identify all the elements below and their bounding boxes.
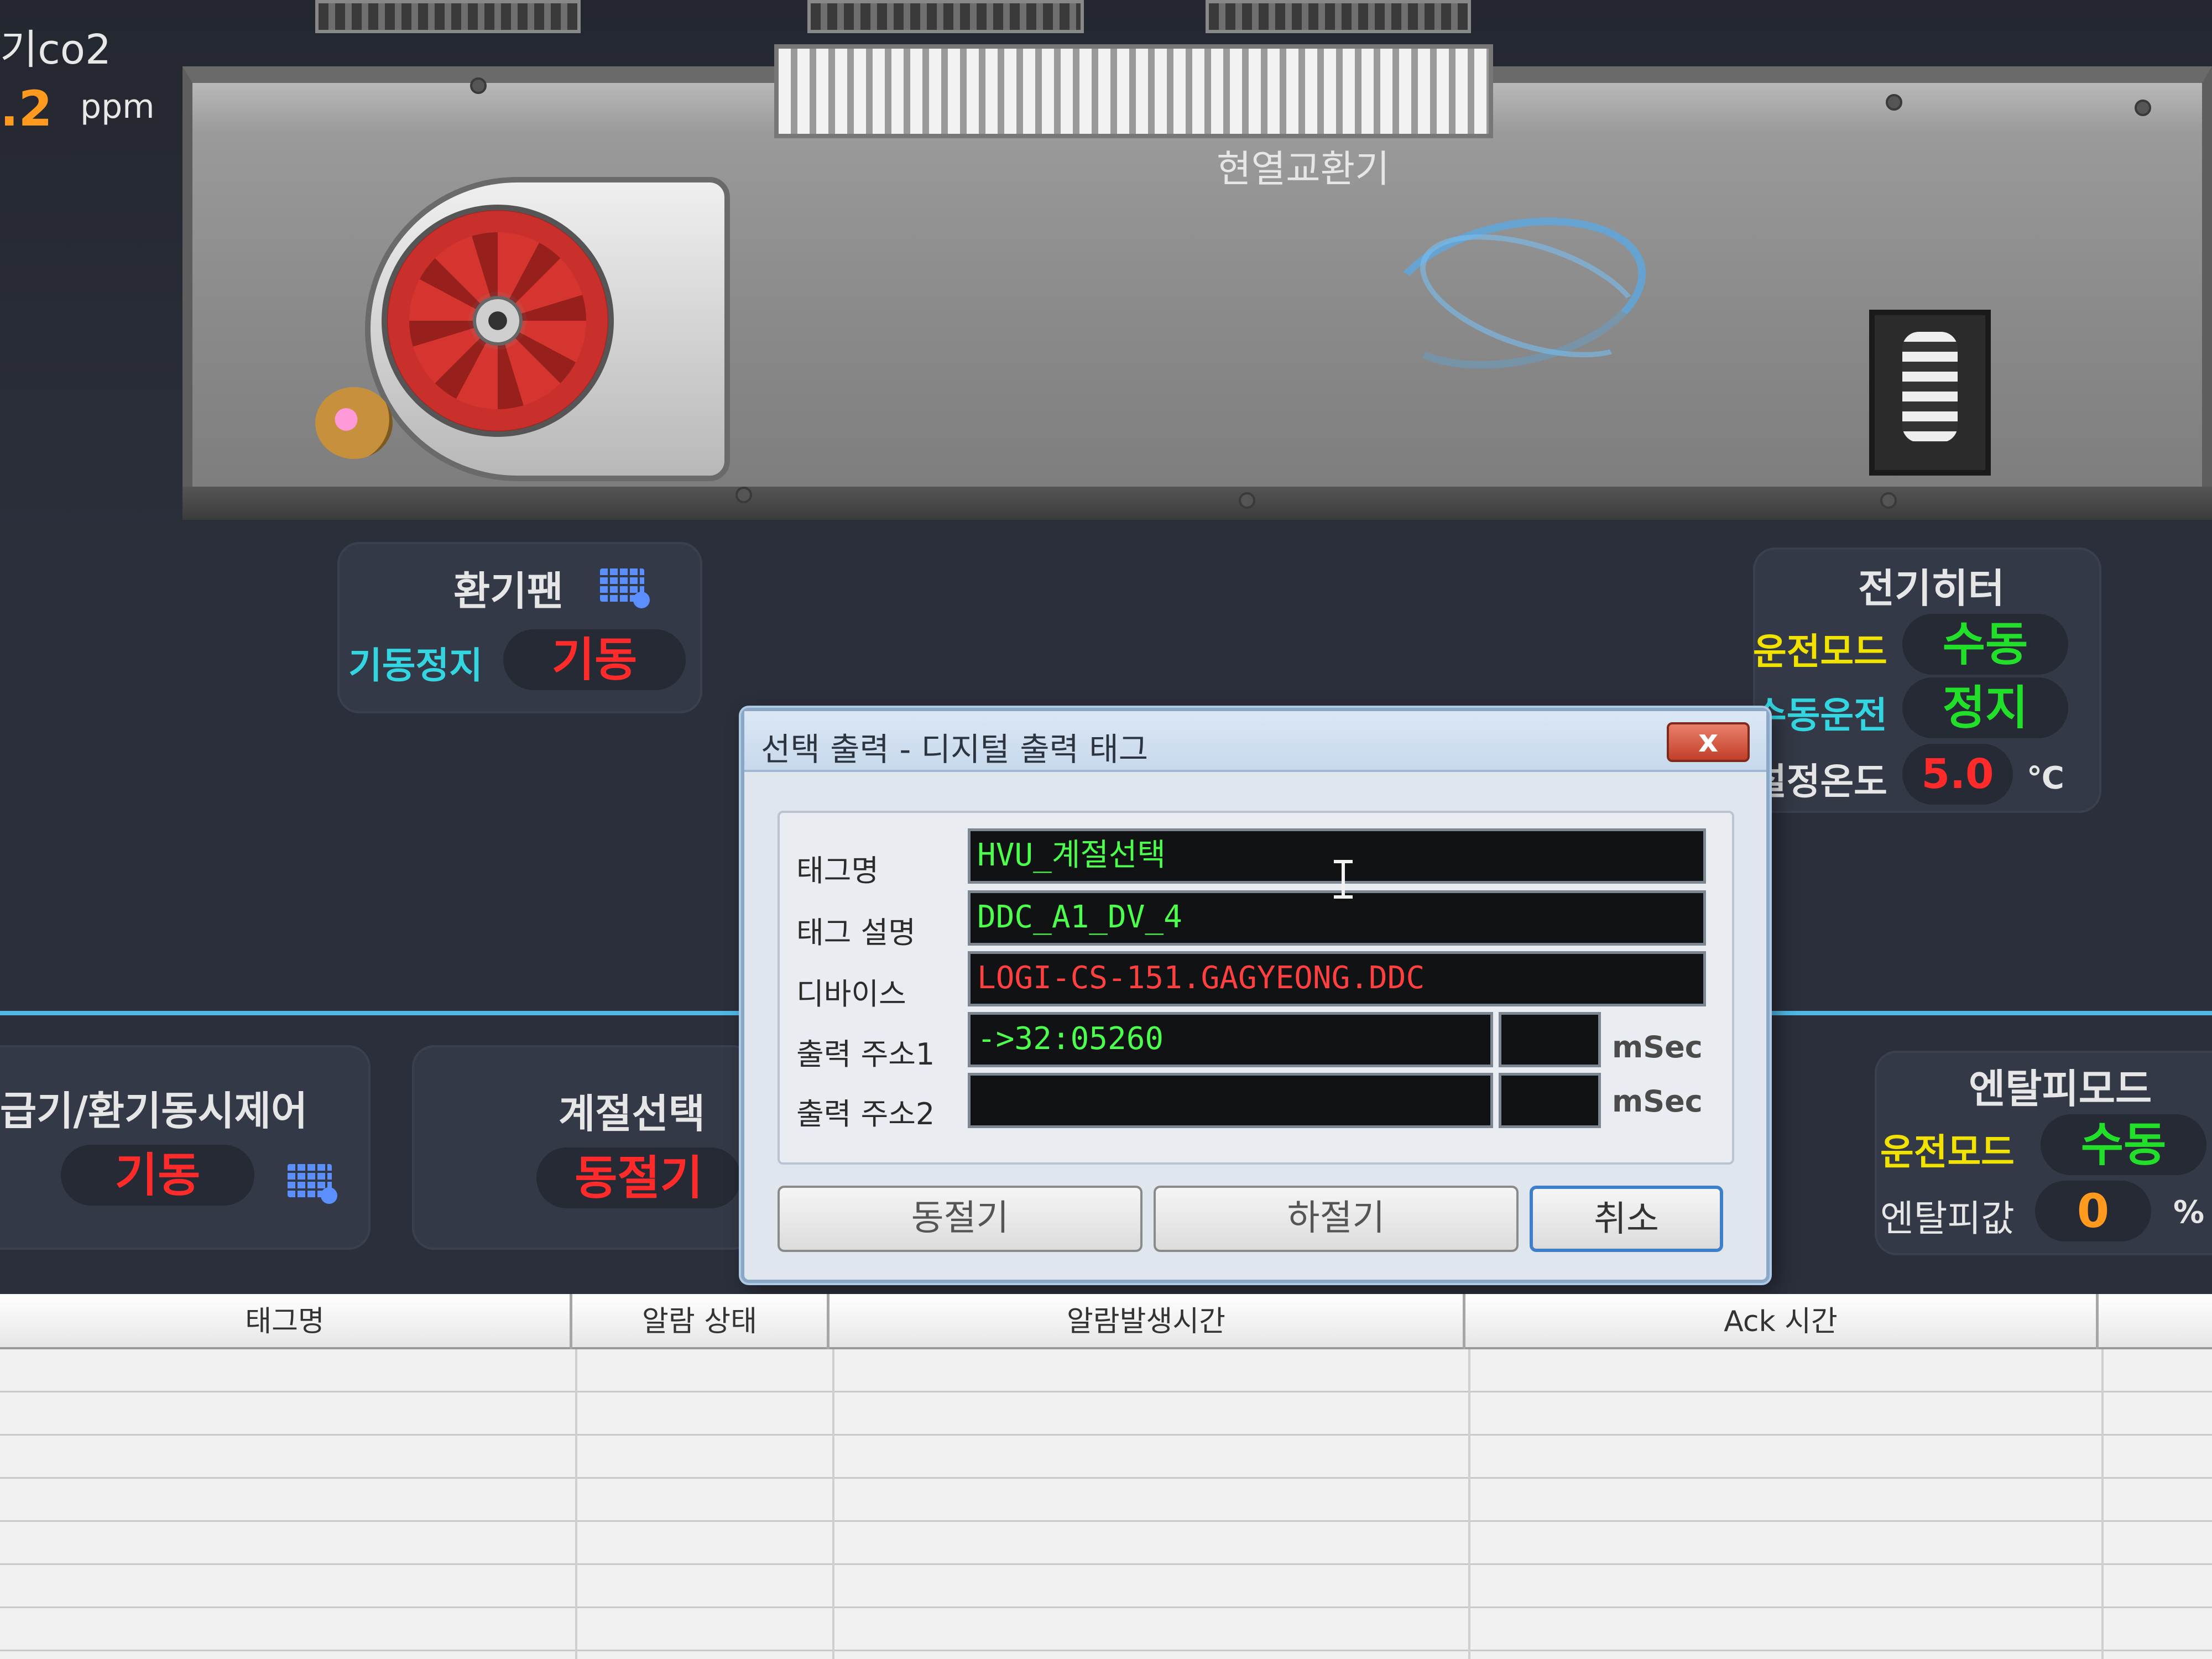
close-button[interactable]: x [1667,722,1750,762]
table-row[interactable] [0,1608,2212,1651]
enthalpy-mode-value[interactable]: 수동 [2041,1114,2206,1175]
device-field[interactable]: LOGI-CS-151.GAGYEONG.DDC [968,951,1706,1006]
electric-heater-title: 전기히터 [1858,565,2005,612]
schedule-grid-icon[interactable] [288,1164,337,1204]
tag-info-group: 태그명 HVU_계절선택 태그 설명 DDC_A1_DV_4 디바이스 LOGI… [778,811,1734,1165]
tag-name-field[interactable]: HVU_계절선택 [968,828,1706,884]
column-header-alarm-time[interactable]: 알람발생시간 [830,1294,1465,1349]
column-header-tag-name[interactable]: 태그명 [0,1294,572,1349]
tag-description-label: 태그 설명 [796,915,916,950]
supply-exhaust-control-title: 급기/환기동시제어 [0,1088,308,1134]
duct-floor [182,487,2212,520]
duct-bolt-icon [1880,492,1897,509]
table-row[interactable] [0,1392,2212,1436]
column-divider [575,1349,577,1659]
dialog-titlebar[interactable]: 선택 출력 - 디지털 출력 태그 x [744,711,1766,772]
heat-exchanger-label: 현열교환기 [1217,148,1390,191]
duct-bolt-icon [1886,94,1902,111]
co2-unit: ppm [80,87,155,126]
table-row[interactable] [0,1565,2212,1608]
dialog-title: 선택 출력 - 디지털 출력 태그 [761,731,1149,768]
column-divider [832,1349,834,1659]
enthalpy-mode-label: 운전모드 [1880,1131,2015,1173]
table-row[interactable] [0,1479,2212,1522]
enthalpy-value-label: 엔탈피값 [1880,1197,2015,1240]
exhaust-fan-status-value[interactable]: 기동 [503,629,686,690]
heater-setpoint-label: 설정온도 [1753,760,1887,803]
enthalpy-unit: % [2173,1194,2205,1230]
co2-label: 기co2 [0,26,112,74]
output-address1-label: 출력 주소1 [796,1037,935,1072]
exhaust-fan-title: 환기팬 [453,568,564,614]
duct-bolt-icon [2135,100,2151,116]
table-row[interactable] [0,1522,2212,1565]
device-label: 디바이스 [796,977,906,1011]
enthalpy-value[interactable]: 0 [2035,1181,2151,1241]
motor-icon [315,387,393,459]
season-select-value[interactable]: 동절기 [536,1147,741,1208]
column-divider [2101,1349,2104,1659]
exhaust-fan-start-stop-label: 기동정지 [348,644,483,687]
heater-mode-label: 운전모드 [1753,630,1887,673]
winter-button[interactable]: 동절기 [778,1186,1142,1252]
column-header-extra[interactable] [2099,1294,2212,1349]
column-header-ack-time[interactable]: Ack 시간 [1465,1294,2099,1349]
schedule-grid-icon[interactable] [600,568,650,608]
cancel-button[interactable]: 취소 [1530,1186,1723,1252]
heater-manual-run-label: 수동운전 [1753,694,1887,737]
co2-value: .2 [0,80,53,137]
heater-manual-run-value[interactable]: 정지 [1902,677,2068,738]
output-address2-label: 출력 주소2 [796,1097,935,1131]
alarm-table-header: 태그명 알람 상태 알람발생시간 Ack 시간 [0,1294,2212,1349]
output-address1-unit: mSec [1612,1030,1703,1065]
text-cursor-icon [1334,860,1353,899]
intake-grill [807,0,1084,33]
column-divider [1468,1349,1470,1659]
summer-button[interactable]: 하절기 [1154,1186,1519,1252]
duct-bolt-icon [735,487,752,503]
intake-grill [1206,0,1471,33]
duct-bolt-icon [1239,492,1255,509]
heater-setpoint-unit: ℃ [2027,760,2064,796]
intake-grill [315,0,581,33]
heater-setpoint-value[interactable]: 5.0 [1902,744,2013,805]
output-address1-field[interactable]: ->32:05260 [968,1012,1493,1067]
table-row[interactable] [0,1436,2212,1479]
output-address2-unit: mSec [1612,1084,1703,1119]
duct-bolt-icon [470,77,487,94]
output-address1-msec-field[interactable] [1499,1012,1601,1067]
output-address2-msec-field[interactable] [1499,1073,1601,1128]
season-select-title: 계절선택 [559,1091,705,1137]
column-header-alarm-status[interactable]: 알람 상태 [572,1294,830,1349]
output-address2-field[interactable] [968,1073,1493,1128]
digital-output-dialog: 선택 출력 - 디지털 출력 태그 x 태그명 HVU_계절선택 태그 설명 D… [741,708,1770,1283]
heater-mode-value[interactable]: 수동 [1902,614,2068,675]
enthalpy-mode-title: 엔탈피모드 [1969,1066,2152,1112]
tag-description-field[interactable]: DDC_A1_DV_4 [968,890,1706,946]
tag-name-label: 태그명 [796,853,879,888]
table-row[interactable] [0,1349,2212,1392]
heat-exchanger-grill [774,44,1493,138]
supply-exhaust-control-value[interactable]: 기동 [61,1145,254,1206]
fan-hub-icon [473,296,523,346]
alarm-table: 태그명 알람 상태 알람발생시간 Ack 시간 [0,1294,2212,1659]
close-icon: x [1698,723,1719,759]
heater-coil-icon [1902,332,1958,442]
